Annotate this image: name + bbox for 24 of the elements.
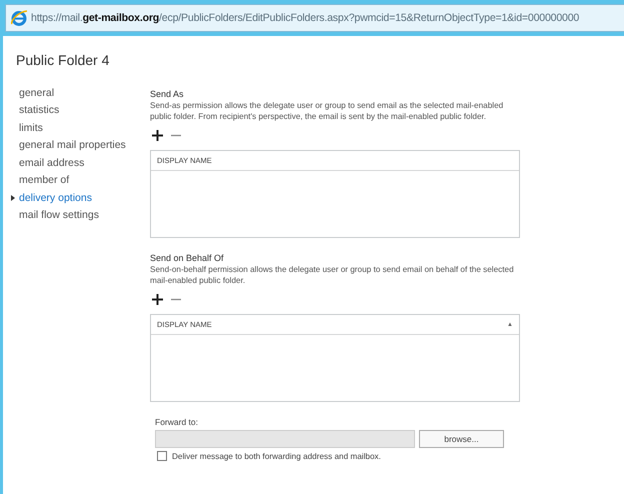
- forward-field[interactable]: [155, 430, 415, 448]
- add-icon[interactable]: [152, 130, 163, 141]
- section-description: Send-on-behalf permission allows the delegate user or group to send email on behalf of the selected mail-enabled public folder.: [150, 264, 515, 286]
- nav-item[interactable]: member of: [19, 174, 70, 186]
- section-heading: Send As: [150, 89, 185, 99]
- nav-item[interactable]: general mail properties: [19, 139, 126, 152]
- globe-icon: [10, 9, 28, 27]
- nav-item[interactable]: delivery options: [19, 192, 92, 204]
- field-label: Forward to:: [155, 417, 199, 427]
- checkbox[interactable]: [157, 451, 167, 461]
- browse-button[interactable]: browse...: [419, 430, 504, 448]
- section-description: Send-as permission allows the delegate user or group to send email as the selected mail-enabled public folder. From recipient's perspective, the email is sent by the mail-enabled public folder.: [150, 100, 504, 122]
- nav-item[interactable]: email address: [19, 156, 84, 169]
- nav-item[interactable]: statistics: [19, 104, 60, 116]
- nav-item[interactable]: mail flow settings: [19, 209, 99, 222]
- triangle-icon: [11, 195, 15, 201]
- nav-item[interactable]: limits: [19, 122, 43, 134]
- checkbox-label: Deliver message to both forwarding address and mailbox.: [172, 452, 381, 460]
- add-icon[interactable]: [152, 294, 163, 305]
- url-text: https://mail.get-mailbox.org/ecp/PublicFolders/EditPublicFolders.aspx?pwmcid=15&ReturnObjectType=1&id=000000000: [31, 12, 580, 24]
- section-heading: Send on Behalf Of: [150, 253, 225, 263]
- nav-item[interactable]: general: [19, 86, 54, 99]
- page-title: Public Folder 4: [16, 52, 110, 68]
- address-bar[interactable]: https://mail.get-mailbox.org/ecp/PublicFolders/EditPublicFolders.aspx?pwmcid=15&ReturnObjectType=1&id=000000000: [5, 4, 624, 32]
